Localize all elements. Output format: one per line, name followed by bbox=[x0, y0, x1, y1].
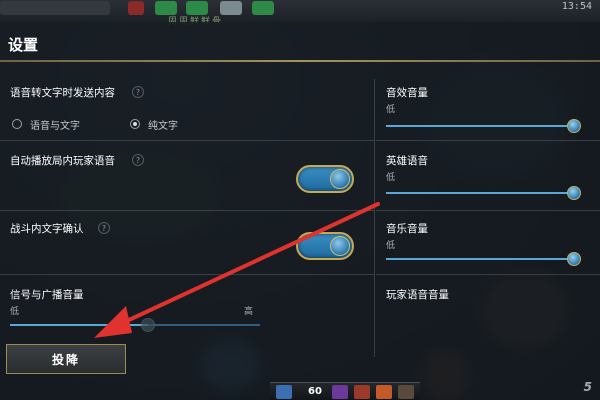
column-divider bbox=[374, 79, 375, 357]
slider-thumb[interactable] bbox=[567, 119, 581, 133]
sfx-volume-label: 音效音量 bbox=[386, 87, 428, 99]
game-clock: 13:54 bbox=[561, 1, 592, 12]
slider-fill bbox=[10, 324, 148, 326]
signal-volume-low-label: 低 bbox=[10, 307, 20, 317]
title-divider bbox=[0, 60, 600, 62]
slider-fill bbox=[386, 258, 574, 260]
slider-thumb[interactable] bbox=[140, 318, 155, 332]
hud-bar bbox=[0, 1, 110, 15]
music-volume-slider[interactable] bbox=[386, 252, 581, 266]
toggle-knob bbox=[330, 169, 350, 189]
slider-thumb[interactable] bbox=[567, 252, 581, 266]
sfx-volume-low-label: 低 bbox=[386, 105, 396, 115]
skill-icon[interactable] bbox=[332, 385, 348, 399]
voice-to-text-label: 语音转文字时发送内容 bbox=[10, 87, 115, 99]
settings-panel: 设置 语音转文字时发送内容 ? 语音与文字 纯文字 自动播放局内玩家语音 ? 战… bbox=[0, 22, 600, 400]
hud-health bbox=[252, 1, 274, 15]
skill-icon[interactable] bbox=[376, 385, 392, 399]
slider-thumb[interactable] bbox=[567, 186, 581, 200]
row-divider bbox=[0, 140, 374, 141]
hud-health bbox=[220, 1, 242, 15]
skill-icon[interactable] bbox=[354, 385, 370, 399]
hud-icon bbox=[128, 1, 144, 15]
row-divider bbox=[376, 210, 600, 211]
hero-voice-slider[interactable] bbox=[386, 186, 581, 200]
auto-play-voice-help-icon[interactable]: ? bbox=[132, 154, 144, 166]
skill-bar: 60 bbox=[270, 382, 420, 400]
music-volume-label: 音乐音量 bbox=[386, 223, 428, 235]
hero-voice-low-label: 低 bbox=[386, 173, 396, 183]
radio-circle-icon[interactable] bbox=[12, 119, 22, 129]
signal-volume-slider[interactable] bbox=[10, 318, 260, 332]
radio-label: 语音与文字 bbox=[30, 121, 80, 132]
slider-fill bbox=[386, 125, 574, 127]
signal-volume-high-label: 高 bbox=[244, 307, 254, 317]
sfx-volume-slider[interactable] bbox=[386, 119, 581, 133]
toggle-knob bbox=[330, 236, 350, 256]
panel-title: 设置 bbox=[8, 36, 39, 54]
row-divider bbox=[0, 274, 374, 275]
skill-count: 60 bbox=[308, 386, 322, 397]
watermark-logo: 5 bbox=[583, 380, 592, 394]
signal-volume-label: 信号与广播音量 bbox=[10, 289, 84, 301]
hud-health bbox=[155, 1, 177, 15]
surrender-button[interactable]: 投降 bbox=[6, 344, 126, 374]
row-divider bbox=[0, 210, 374, 211]
top-hud: 13:54 bbox=[0, 0, 600, 22]
voice-to-text-help-icon[interactable]: ? bbox=[132, 86, 144, 98]
skill-icon[interactable] bbox=[398, 385, 414, 399]
skill-icon[interactable] bbox=[276, 385, 292, 399]
hero-voice-label: 英雄语音 bbox=[386, 155, 428, 167]
hud-health bbox=[186, 1, 208, 15]
auto-play-voice-toggle[interactable] bbox=[296, 165, 354, 193]
music-volume-low-label: 低 bbox=[386, 241, 396, 251]
row-divider bbox=[376, 274, 600, 275]
auto-play-voice-label: 自动播放局内玩家语音 bbox=[10, 155, 115, 167]
row-divider bbox=[376, 140, 600, 141]
radio-selected-icon[interactable] bbox=[130, 119, 140, 129]
battle-text-confirm-toggle[interactable] bbox=[296, 232, 354, 260]
radio-label: 纯文字 bbox=[148, 121, 178, 132]
battle-text-confirm-label: 战斗内文字确认 bbox=[10, 223, 84, 235]
slider-fill bbox=[386, 192, 574, 194]
player-voice-volume-label: 玩家语音音量 bbox=[386, 289, 449, 301]
battle-text-confirm-help-icon[interactable]: ? bbox=[98, 222, 110, 234]
